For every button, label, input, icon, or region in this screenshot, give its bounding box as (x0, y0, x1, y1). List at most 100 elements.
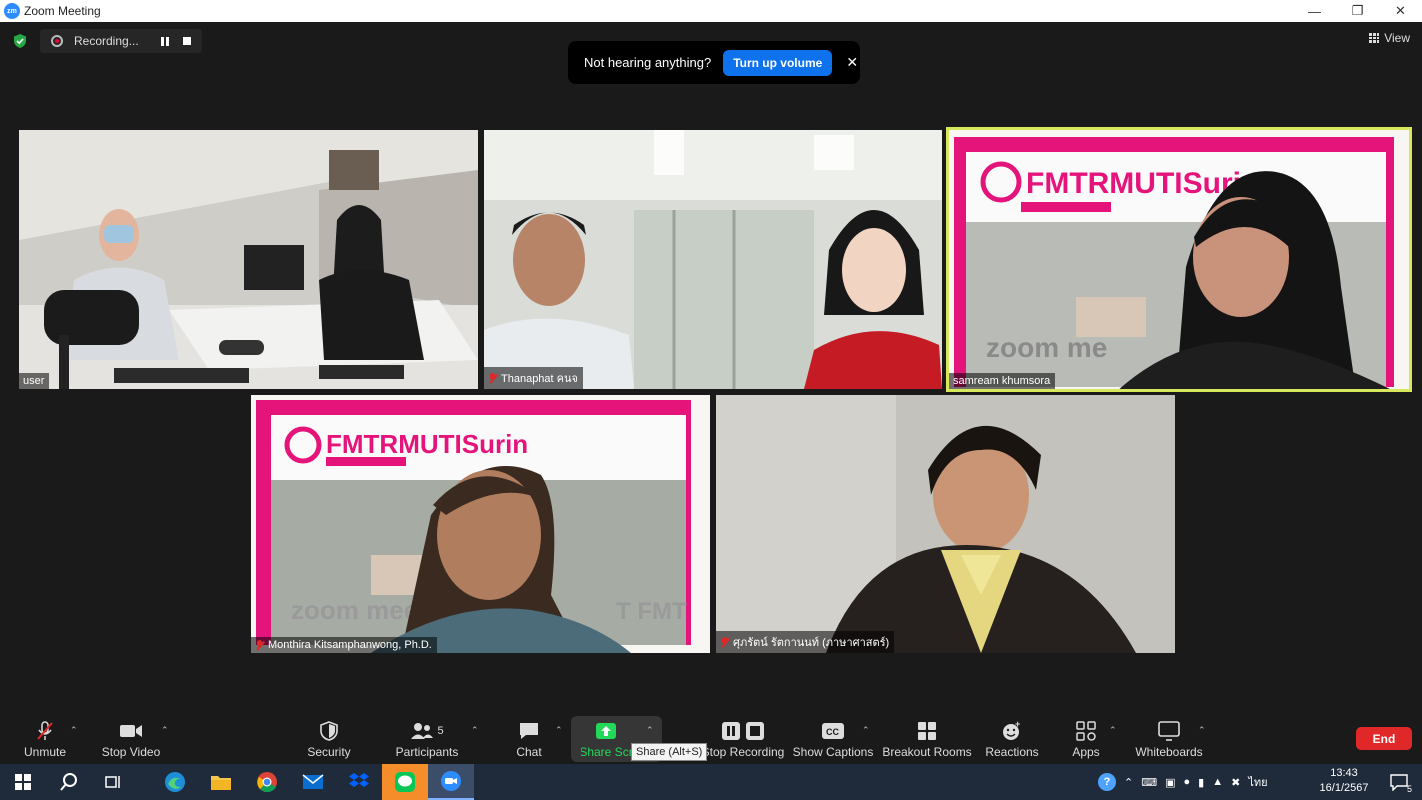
video-feed-thanaphat (484, 130, 942, 389)
recording-indicator: Recording... (40, 29, 202, 53)
file-explorer-icon[interactable] (198, 764, 244, 800)
share-screen-button[interactable]: Share Scr (581, 715, 631, 764)
view-label: View (1384, 31, 1410, 45)
participant-name-tag: Thanaphat คนจ (484, 367, 583, 389)
video-camera-icon (119, 720, 143, 742)
device-icon[interactable]: ▣ (1165, 776, 1175, 789)
grid-view-icon (1369, 33, 1380, 43)
chat-button[interactable]: Chat (509, 715, 549, 764)
slide-brand-text: FMTRMUTISurin (326, 429, 528, 459)
chat-bubble-icon (518, 720, 540, 742)
tray-chevron-up-icon[interactable]: ⌃ (1124, 776, 1133, 789)
speaker-muted-icon[interactable]: ✖ (1231, 776, 1240, 789)
muted-mic-icon (488, 372, 497, 384)
language-indicator[interactable]: ไทย (1248, 773, 1267, 791)
svg-text:+: + (1015, 720, 1020, 729)
close-icon[interactable]: ✕ (1379, 0, 1422, 22)
view-button[interactable]: View (1369, 31, 1410, 45)
participants-options-chevron-icon[interactable]: ⌃ (471, 725, 479, 736)
participants-count: 5 (437, 725, 444, 737)
whiteboards-options-chevron-icon[interactable]: ⌃ (1198, 725, 1206, 736)
recording-label: Recording... (74, 34, 139, 48)
minimize-icon[interactable]: — (1293, 0, 1336, 22)
microphone-tray-icon[interactable]: ● (1184, 776, 1191, 788)
video-tile-user[interactable]: user (19, 130, 478, 389)
notification-count: 5 (1406, 784, 1412, 794)
close-notification-icon[interactable]: ✕ (846, 54, 858, 71)
meeting-toolbar: Unmute ⌃ Stop Video ⌃ Security 5 Partici… (0, 715, 1422, 764)
muted-mic-icon (720, 636, 729, 648)
video-tile-monthira[interactable]: FMTRMUTISurin zoom mee T FMT Monthira Ki… (251, 395, 710, 653)
stop-video-button[interactable]: Stop Video (101, 715, 161, 764)
task-view-icon[interactable] (90, 764, 136, 800)
participant-name-tag: user (19, 373, 50, 389)
mail-icon[interactable] (290, 764, 336, 800)
apps-icon (1076, 720, 1096, 742)
notification-message: Not hearing anything? (584, 55, 712, 70)
participant-name-tag: Monthira Kitsamphanwong, Ph.D. (251, 637, 437, 653)
apps-options-chevron-icon[interactable]: ⌃ (1109, 725, 1117, 736)
share-options-chevron-icon[interactable]: ⌃ (646, 725, 654, 736)
clock-time: 13:43 (1330, 767, 1358, 779)
video-feed-suparat (716, 395, 1175, 653)
window-title: Zoom Meeting (24, 4, 101, 18)
system-clock[interactable]: 13:43 16/1/2567 (1316, 766, 1372, 796)
participants-button[interactable]: 5 Participants (396, 715, 458, 764)
dropbox-icon[interactable] (336, 764, 382, 800)
security-shield-icon (320, 720, 338, 742)
video-feed-monthira: FMTRMUTISurin zoom mee T FMT (251, 395, 710, 653)
pause-recording-button[interactable] (154, 30, 176, 52)
whiteboards-button[interactable]: Whiteboards (1134, 715, 1204, 764)
battery-icon[interactable]: ▮ (1198, 776, 1204, 789)
slide-watermark-text: zoom mee (291, 595, 418, 625)
show-captions-button[interactable]: CC Show Captions (793, 715, 873, 764)
video-options-chevron-icon[interactable]: ⌃ (161, 725, 169, 736)
security-button[interactable]: Security (305, 715, 353, 764)
stop-recording-mini-button[interactable] (176, 30, 198, 52)
smiley-add-icon: + (1001, 720, 1023, 742)
wifi-icon[interactable]: ▲ (1212, 776, 1223, 788)
reactions-button[interactable]: + Reactions (985, 715, 1038, 764)
captions-options-chevron-icon[interactable]: ⌃ (862, 725, 870, 736)
volume-notification: Not hearing anything? Turn up volume ✕ (568, 41, 860, 84)
turn-up-volume-button[interactable]: Turn up volume (723, 49, 833, 76)
zoom-app-icon[interactable] (428, 764, 474, 800)
muted-microphone-icon (34, 720, 56, 742)
share-screen-arrow-icon (595, 720, 617, 742)
breakout-rooms-icon (917, 720, 937, 742)
participants-icon: 5 (410, 720, 444, 742)
end-meeting-button[interactable]: End (1356, 727, 1412, 750)
unmute-button[interactable]: Unmute (20, 715, 70, 764)
help-icon[interactable]: ? (1098, 773, 1116, 791)
search-icon[interactable] (46, 764, 92, 800)
apps-button[interactable]: Apps (1068, 715, 1104, 764)
video-tile-thanaphat[interactable]: Thanaphat คนจ (484, 130, 942, 389)
chat-options-chevron-icon[interactable]: ⌃ (555, 725, 563, 736)
zoom-logo-icon: zm (4, 3, 20, 19)
video-feed-office (19, 130, 478, 389)
restore-icon[interactable]: ❐ (1336, 0, 1379, 22)
encryption-shield-icon[interactable] (12, 33, 28, 49)
muted-mic-icon (255, 639, 264, 651)
windows-start-icon[interactable] (0, 764, 46, 800)
pause-icon (161, 36, 169, 46)
chrome-browser-icon[interactable] (244, 764, 290, 800)
windows-taskbar: ? ⌃ ⌨ ▣ ● ▮ ▲ ✖ ไทย 13:43 16/1/2567 5 (0, 764, 1422, 800)
video-tile-suparat[interactable]: ศุภรัตน์ รัตกานนท์ (ภาษาศาสตร์) (716, 395, 1175, 653)
breakout-rooms-button[interactable]: Breakout Rooms (882, 715, 972, 764)
stop-icon (183, 37, 191, 45)
svg-text:CC: CC (826, 727, 839, 737)
audio-options-chevron-icon[interactable]: ⌃ (70, 725, 78, 736)
line-app-icon[interactable] (382, 764, 428, 800)
stop-recording-button[interactable]: Stop Recording (702, 715, 784, 764)
whiteboard-icon (1158, 720, 1180, 742)
participant-name-tag: samream khumsora (949, 373, 1056, 389)
share-tooltip: Share (Alt+S) (631, 743, 708, 761)
clock-date: 16/1/2567 (1319, 782, 1369, 794)
keyboard-icon[interactable]: ⌨ (1141, 776, 1157, 789)
recording-dot-icon (51, 35, 63, 47)
video-tile-samream[interactable]: FMTRMUTISurin zoom me samream khumsora (946, 127, 1412, 392)
pause-stop-recording-icon (721, 720, 765, 742)
notification-center-icon[interactable]: 5 (1376, 764, 1422, 800)
edge-browser-icon[interactable] (152, 764, 198, 800)
